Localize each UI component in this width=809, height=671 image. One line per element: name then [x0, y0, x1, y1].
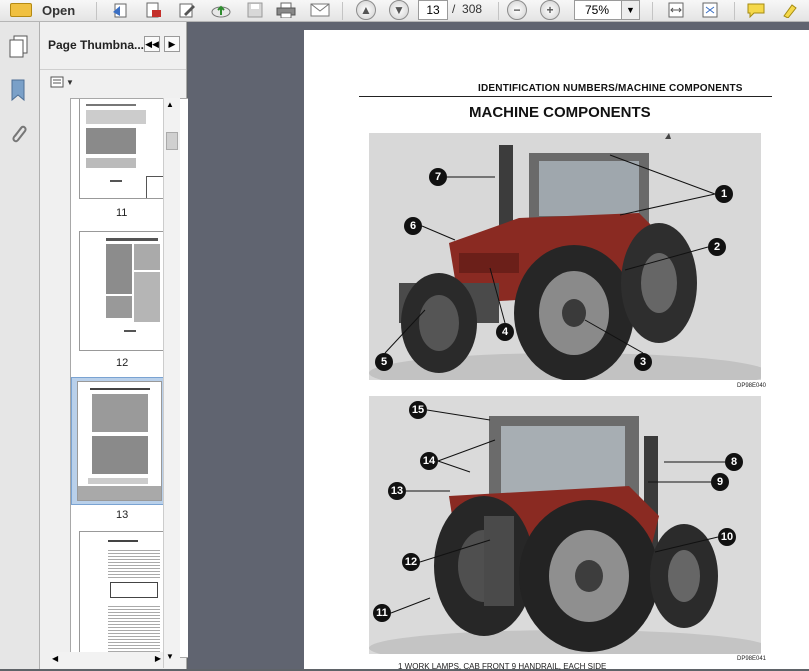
footnote-text: 1 WORK LAMPS, CAB FRONT 9 HANDRAIL, EACH… [398, 662, 607, 671]
callout-leader-lines-bottom [390, 409, 725, 614]
